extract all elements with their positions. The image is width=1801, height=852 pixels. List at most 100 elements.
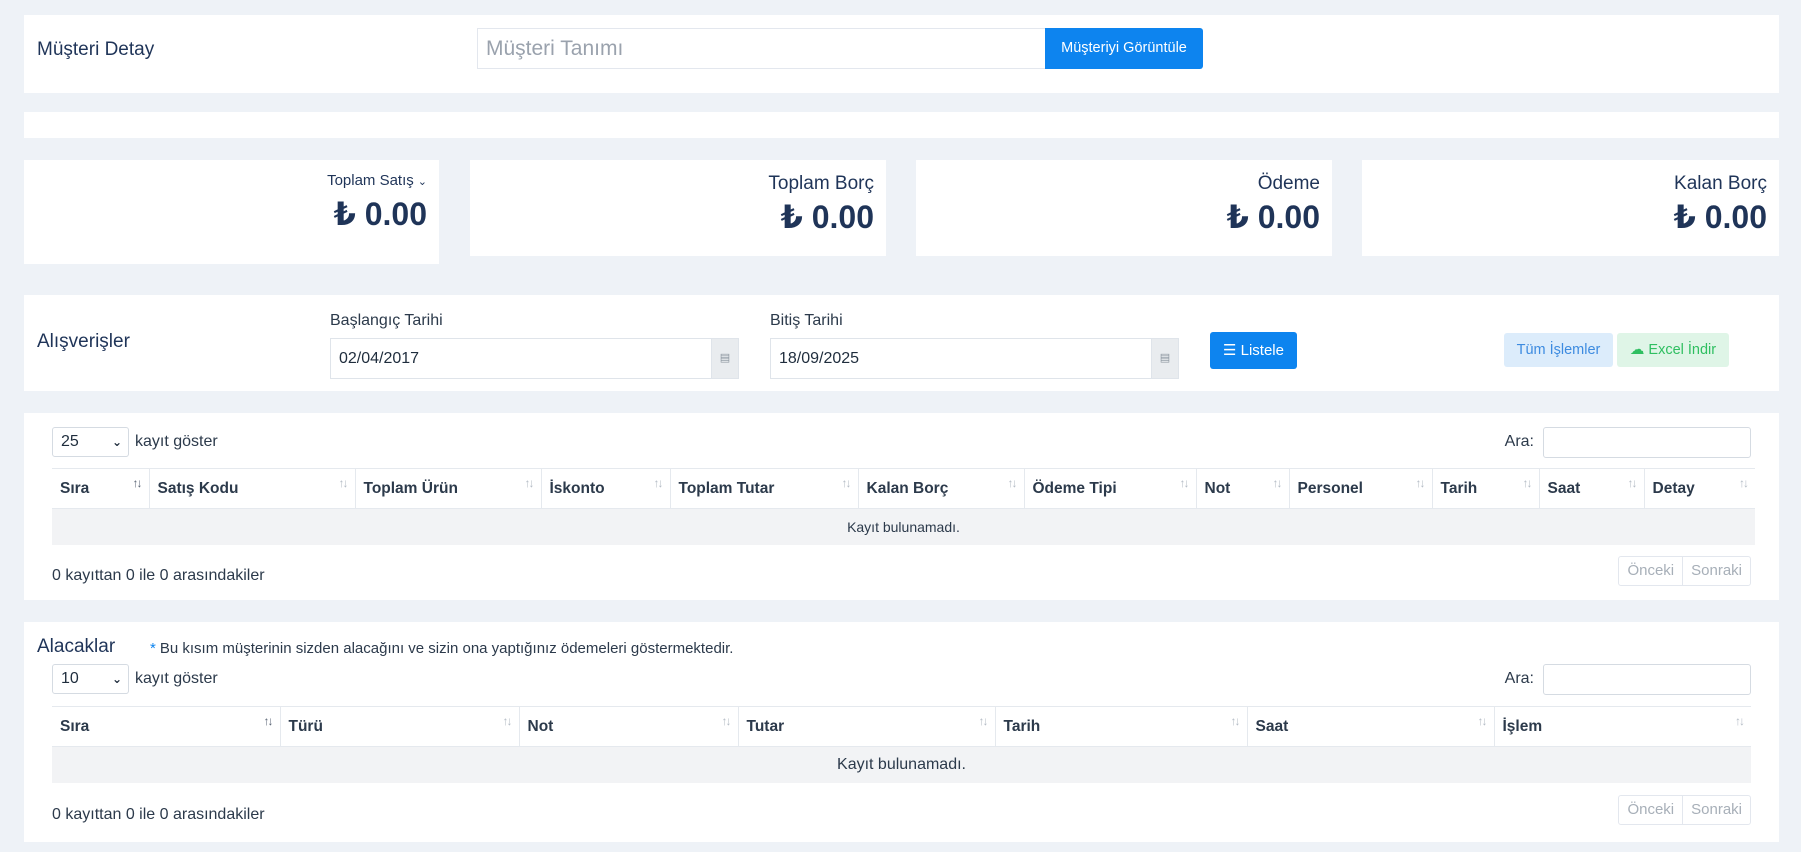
column-header[interactable]: Toplam Tutar ↑↓ bbox=[669, 468, 858, 509]
stat-label: Kalan Borç bbox=[1674, 173, 1767, 194]
search-label: Ara: bbox=[1504, 433, 1534, 450]
next-page-button[interactable]: Sonraki bbox=[1682, 796, 1750, 824]
sort-icon: ↑↓ bbox=[978, 714, 989, 728]
column-header[interactable]: Ödeme Tipi ↑↓ bbox=[1023, 468, 1196, 509]
table-info: 0 kayıttan 0 ile 0 arasındakiler bbox=[52, 567, 265, 584]
stat-card-remaining-debt: Kalan Borç ₺ 0.00 bbox=[1362, 160, 1779, 256]
column-header[interactable]: İşlem ↑↓ bbox=[1493, 706, 1751, 747]
chevron-down-icon: ⌄ bbox=[111, 672, 122, 686]
pagination: Önceki Sonraki bbox=[1618, 556, 1751, 586]
excel-download-button[interactable]: ☁ Excel İndir bbox=[1617, 333, 1729, 367]
end-date-label: Bitiş Tarihi bbox=[770, 312, 843, 329]
sort-icon: ↑↓ bbox=[263, 714, 274, 728]
column-header[interactable]: Not ↑↓ bbox=[518, 706, 738, 747]
column-header[interactable]: Satış Kodu ↑↓ bbox=[148, 468, 355, 509]
sort-icon: ↑↓ bbox=[502, 714, 513, 728]
sort-icon: ↑↓ bbox=[132, 476, 143, 490]
end-date-input[interactable]: 18/09/2025 ▤ bbox=[770, 338, 1179, 379]
stat-value: ₺ 0.00 bbox=[1673, 199, 1767, 235]
column-header[interactable]: Tarih ↑↓ bbox=[1431, 468, 1539, 509]
list-icon: ☰ bbox=[1223, 342, 1237, 359]
sort-icon: ↑↓ bbox=[1477, 714, 1488, 728]
stat-label: Ödeme bbox=[1257, 173, 1320, 194]
sort-icon: ↑↓ bbox=[1739, 476, 1749, 490]
purchases-filter-card: Alışverişler Başlangıç Tarihi 02/04/2017… bbox=[24, 295, 1779, 391]
search-input[interactable] bbox=[1543, 664, 1751, 695]
sort-icon: ↑↓ bbox=[1230, 714, 1241, 728]
search-input[interactable] bbox=[1543, 427, 1751, 458]
column-header[interactable]: Saat ↑↓ bbox=[1246, 706, 1494, 747]
page-length-select[interactable]: 25 ⌄ bbox=[52, 427, 129, 457]
sort-icon: ↑↓ bbox=[721, 714, 732, 728]
receivables-card: Alacaklar * Bu kısım müşterinin sizden al… bbox=[24, 622, 1779, 842]
chevron-down-icon: ⌄ bbox=[111, 435, 122, 449]
sort-icon: ↑↓ bbox=[1415, 476, 1426, 490]
purchases-title: Alışverişler bbox=[37, 331, 130, 352]
sort-icon: ↑↓ bbox=[1272, 476, 1283, 490]
empty-message: Kayıt bulunamadı. bbox=[52, 508, 1755, 545]
prev-page-button[interactable]: Önceki bbox=[1619, 796, 1682, 824]
page-length-label: kayıt göster bbox=[135, 433, 218, 450]
stat-card-total-debt: Toplam Borç ₺ 0.00 bbox=[470, 160, 886, 256]
start-date-label: Başlangıç Tarihi bbox=[330, 312, 443, 329]
sort-icon: ↑↓ bbox=[524, 476, 535, 490]
stat-value: ₺ 0.00 bbox=[1226, 199, 1320, 235]
page-length-select[interactable]: 10 ⌄ bbox=[52, 664, 129, 694]
end-date-value: 18/09/2025 bbox=[779, 350, 860, 367]
stat-value: ₺ 0.00 bbox=[780, 199, 874, 235]
column-header[interactable]: Tutar ↑↓ bbox=[737, 706, 995, 747]
column-header[interactable]: Toplam Ürün ↑↓ bbox=[354, 468, 541, 509]
customer-search-input[interactable]: Müşteri Tanımı bbox=[477, 28, 1045, 69]
sort-icon: ↑↓ bbox=[1007, 476, 1018, 490]
table-header-row: Sıra ↑↓ Türü ↑↓ Not ↑↓ Tutar ↑↓ Tarih ↑↓ Saat… bbox=[52, 706, 1751, 747]
customer-title: Müşteri Detay bbox=[37, 39, 155, 60]
page-length-label: kayıt göster bbox=[135, 670, 218, 687]
column-header[interactable]: Türü ↑↓ bbox=[279, 706, 519, 747]
sales-table-card: 25 ⌄ kayıt göster Ara: Sıra ↑↓ Satış Kodu ↑… bbox=[24, 413, 1779, 600]
sort-icon: ↑↓ bbox=[1522, 476, 1533, 490]
calendar-icon[interactable]: ▤ bbox=[711, 339, 738, 378]
column-header[interactable]: Kalan Borç ↑↓ bbox=[857, 468, 1024, 509]
column-header[interactable]: Tarih ↑↓ bbox=[994, 706, 1247, 747]
sort-icon: ↑↓ bbox=[1627, 476, 1638, 490]
column-header[interactable]: Sıra ↑↓ bbox=[52, 706, 280, 747]
list-button[interactable]: ☰ Listele bbox=[1210, 332, 1297, 369]
receivables-table: Sıra ↑↓ Türü ↑↓ Not ↑↓ Tutar ↑↓ Tarih ↑↓ Saat… bbox=[52, 706, 1751, 783]
column-header[interactable]: İskonto ↑↓ bbox=[540, 468, 670, 509]
sort-icon: ↑↓ bbox=[1735, 714, 1745, 728]
stat-label[interactable]: Toplam Satış ⌄ bbox=[327, 172, 427, 189]
customer-card: Müşteri Detay Müşteri Tanımı Müşteriyi G… bbox=[24, 15, 1779, 93]
stat-label: Toplam Borç bbox=[768, 173, 874, 194]
table-info: 0 kayıttan 0 ile 0 arasındakiler bbox=[52, 806, 265, 823]
search-label: Ara: bbox=[1504, 670, 1534, 687]
start-date-input[interactable]: 02/04/2017 ▤ bbox=[330, 338, 739, 379]
column-header[interactable]: Sıra ↑↓ bbox=[52, 468, 149, 509]
stat-card-total-sales: Toplam Satış ⌄ ₺ 0.00 bbox=[24, 160, 439, 264]
empty-message: Kayıt bulunamadı. bbox=[52, 746, 1751, 783]
cloud-download-icon: ☁ bbox=[1629, 342, 1645, 358]
column-header[interactable]: Saat ↑↓ bbox=[1538, 468, 1644, 509]
sort-icon: ↑↓ bbox=[338, 476, 349, 490]
table-header-row: Sıra ↑↓ Satış Kodu ↑↓ Toplam Ürün ↑↓ İskont… bbox=[52, 468, 1755, 509]
calendar-icon[interactable]: ▤ bbox=[1151, 339, 1178, 378]
receivables-title: Alacaklar bbox=[37, 636, 116, 657]
stat-card-payment: Ödeme ₺ 0.00 bbox=[916, 160, 1332, 256]
chevron-down-icon: ⌄ bbox=[417, 176, 427, 188]
blank-panel bbox=[24, 112, 1779, 138]
column-header[interactable]: Personel ↑↓ bbox=[1288, 468, 1432, 509]
sort-icon: ↑↓ bbox=[841, 476, 852, 490]
sort-icon: ↑↓ bbox=[653, 476, 664, 490]
start-date-value: 02/04/2017 bbox=[339, 350, 420, 367]
sort-icon: ↑↓ bbox=[1179, 476, 1190, 490]
table-row: Kayıt bulunamadı. bbox=[52, 746, 1751, 783]
all-transactions-button[interactable]: Tüm İşlemler bbox=[1504, 333, 1613, 367]
next-page-button[interactable]: Sonraki bbox=[1682, 557, 1750, 585]
prev-page-button[interactable]: Önceki bbox=[1619, 557, 1682, 585]
receivables-note: * Bu kısım müşterinin sizden alacağını ve… bbox=[150, 640, 734, 657]
pagination: Önceki Sonraki bbox=[1618, 795, 1751, 825]
view-customer-button[interactable]: Müşteriyi Görüntüle bbox=[1045, 28, 1203, 69]
column-header[interactable]: Not ↑↓ bbox=[1195, 468, 1289, 509]
column-header[interactable]: Detay ↑↓ bbox=[1643, 468, 1755, 509]
stat-value: ₺ 0.00 bbox=[333, 196, 427, 232]
table-row: Kayıt bulunamadı. bbox=[52, 508, 1755, 545]
